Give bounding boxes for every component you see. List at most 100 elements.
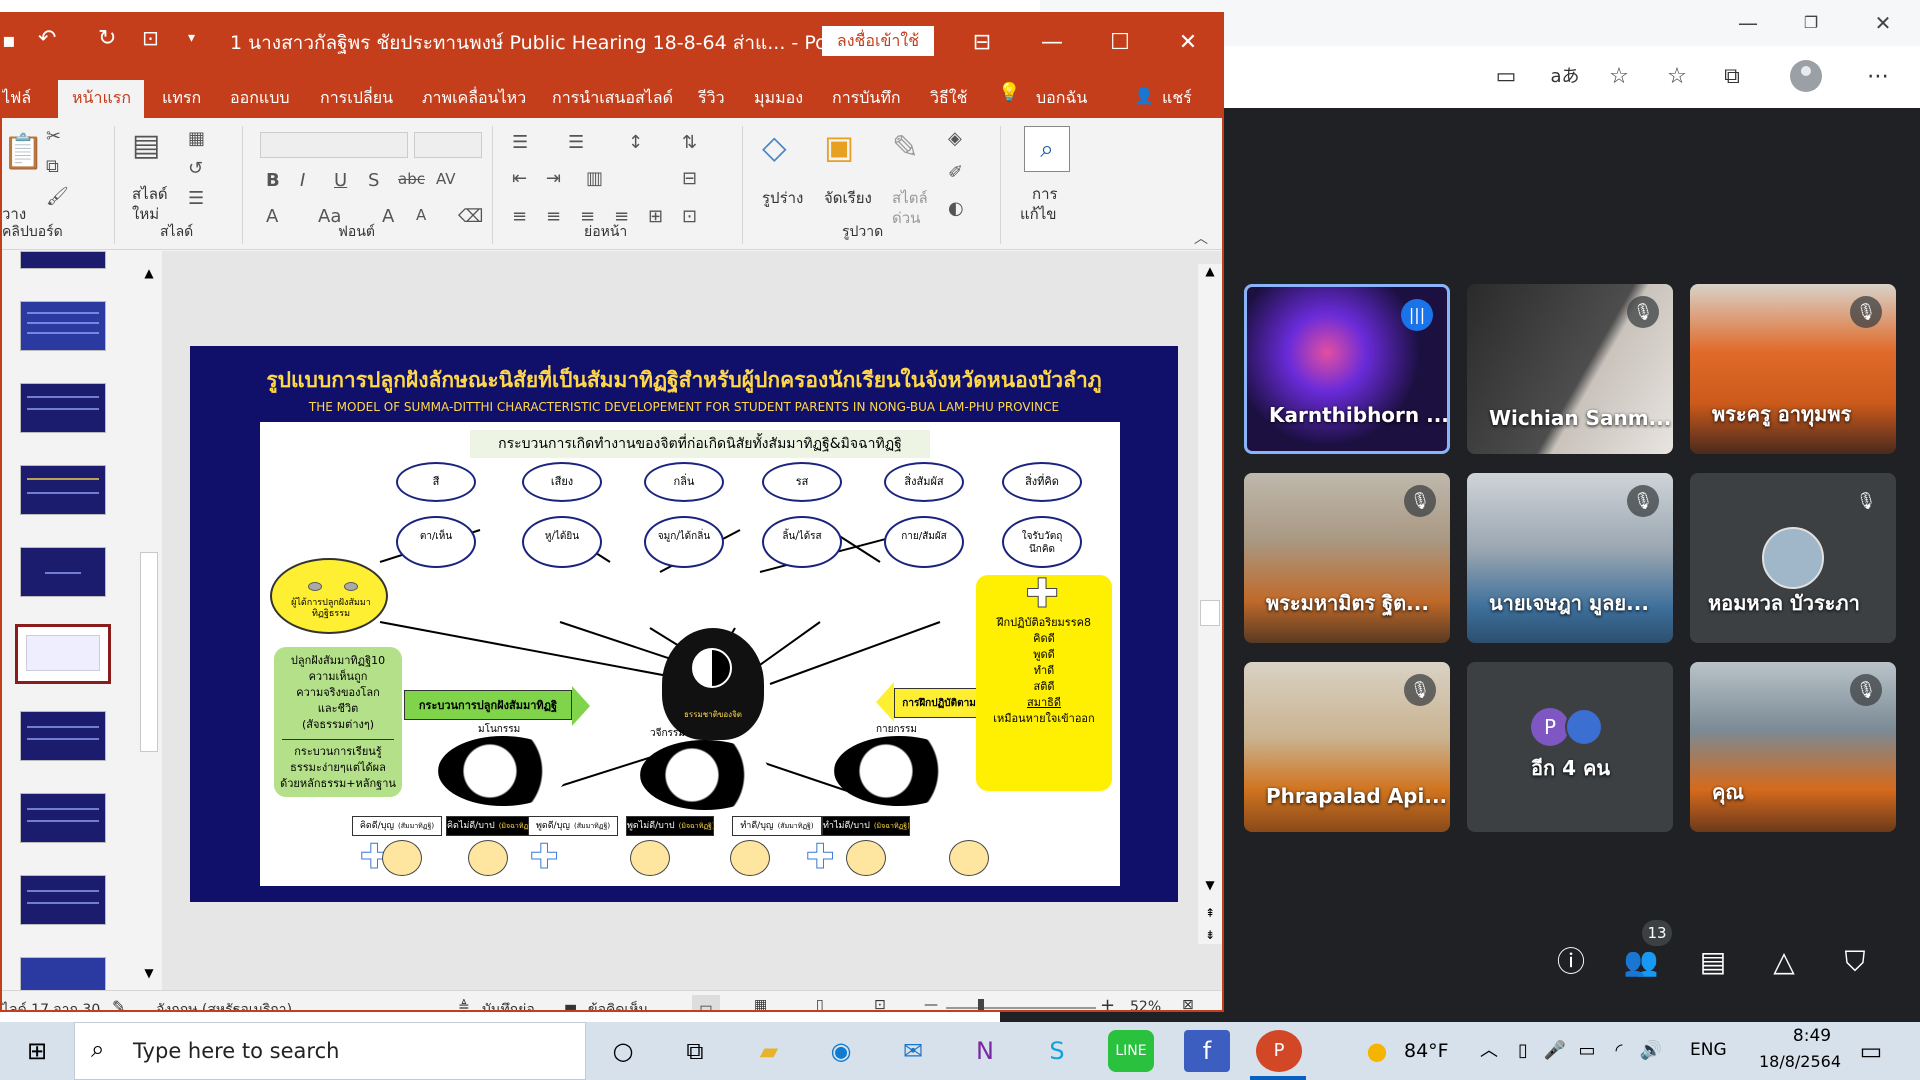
numbering-icon[interactable]: ☰ [568, 132, 584, 153]
tab-file[interactable]: ไฟล์ [2, 86, 31, 111]
clock-date[interactable]: 18/8/2564 [1742, 1052, 1858, 1071]
notes-button[interactable]: บันทึกย่อ [482, 999, 535, 1010]
host-controls-icon[interactable]: ⛉ [1835, 942, 1875, 982]
ribbon-display-icon[interactable]: ⊟ [962, 26, 1002, 60]
more-icon[interactable]: ⋯ [1860, 63, 1896, 91]
slide-thumbnail[interactable] [20, 465, 106, 515]
chat-icon[interactable]: ▤ [1693, 942, 1733, 982]
slide-thumbnail[interactable] [20, 875, 106, 925]
tab-design[interactable]: ออกแบบ [230, 86, 290, 111]
shrink-font-icon[interactable]: A [416, 206, 426, 224]
restore-icon[interactable]: ❐ [1786, 8, 1836, 38]
font-name-box[interactable] [260, 132, 408, 158]
close-icon[interactable]: ✕ [1858, 8, 1908, 38]
sign-in-button[interactable]: ลงชื่อเข้าใช้ [822, 26, 934, 56]
edge-icon[interactable]: ◉ [818, 1030, 864, 1072]
slide-thumbnail[interactable] [20, 711, 106, 761]
current-slide[interactable]: รูปแบบการปลูกฝังลักษณะนิสัยที่เป็นสัมมาท… [190, 346, 1178, 902]
slide-thumbnail[interactable] [20, 957, 106, 991]
reading-view-icon[interactable]: ▯ [816, 997, 824, 1010]
reset-icon[interactable]: ↺ [188, 158, 203, 179]
slideshow-icon[interactable]: ⊡ [874, 997, 886, 1010]
present-icon[interactable]: ⊡ [142, 26, 159, 50]
info-icon[interactable]: ⓘ [1551, 942, 1591, 982]
shape-fill-icon[interactable]: ◈ [948, 128, 962, 149]
collapse-ribbon-icon[interactable]: ︿ [1194, 228, 1208, 248]
strikethrough-icon[interactable]: abc [398, 170, 425, 188]
clock-time[interactable]: 8:49 [1770, 1026, 1854, 1046]
tab-slideshow[interactable]: การนำเสนอสไลด์ [552, 86, 673, 111]
italic-icon[interactable]: I [300, 170, 305, 191]
section-icon[interactable]: ☰ [188, 188, 204, 209]
columns-icon[interactable]: ▥ [586, 168, 603, 189]
participant-tile[interactable]: 🎙 นายเจษฎา มูลย... [1467, 473, 1673, 643]
zoom-slider[interactable] [946, 1007, 1096, 1009]
quick-styles-icon[interactable]: ✎ [892, 128, 919, 166]
onenote-icon[interactable]: N [962, 1030, 1008, 1072]
layout-icon[interactable]: ▦ [188, 128, 205, 149]
bullets-icon[interactable]: ☰ [512, 132, 528, 153]
participant-tile[interactable]: 🎙 Wichian Sanm... [1467, 284, 1673, 454]
comments-button[interactable]: ข้อคิดเห็น [588, 999, 648, 1010]
font-size-box[interactable] [414, 132, 482, 158]
zoom-slider-thumb[interactable] [978, 999, 984, 1010]
windows-start-icon[interactable]: ⊞ [14, 1030, 60, 1072]
save-icon[interactable]: ▪ [2, 28, 16, 52]
format-painter-icon[interactable]: 🖌 [46, 186, 69, 207]
tab-view[interactable]: มุมมอง [754, 86, 803, 111]
add-favorite-icon[interactable]: ☆ [1601, 63, 1637, 91]
slide-thumbnail-selected[interactable] [15, 624, 111, 684]
line-icon[interactable]: LINE [1108, 1030, 1154, 1072]
participant-tile[interactable]: 🎙 พระมหามิตร ฐิต... [1244, 473, 1450, 643]
undo-icon[interactable]: ↶ [38, 26, 56, 51]
zoom-in-icon[interactable]: + [1100, 995, 1115, 1010]
copy-icon[interactable]: ⧉ [46, 156, 59, 177]
slide-thumbnail[interactable] [20, 301, 106, 351]
tab-transitions[interactable]: การเปลี่ยน [320, 86, 393, 111]
slide-thumbnail[interactable] [20, 383, 106, 433]
participant-tile[interactable]: 🎙 หอมหวล บัวระภา [1690, 473, 1896, 643]
tab-insert[interactable]: แทรก [162, 86, 201, 111]
temperature[interactable]: 84°F [1404, 1040, 1449, 1062]
shadow-icon[interactable]: S [368, 170, 379, 191]
zoom-out-icon[interactable]: — [924, 997, 938, 1010]
text-direction-icon[interactable]: ⇅ [682, 132, 697, 153]
shapes-icon[interactable]: ◇ [762, 128, 787, 166]
volume-icon[interactable]: 🔊 [1628, 1030, 1674, 1072]
thumbnails-scrollbar[interactable]: ▲ ▼ [138, 266, 160, 986]
camera-icon[interactable]: ▭ [1488, 63, 1524, 91]
tab-review[interactable]: รีวิว [698, 86, 725, 111]
share-icon[interactable]: 👤 [1134, 86, 1154, 105]
file-explorer-icon[interactable]: ▰ [746, 1030, 792, 1072]
language-indicator[interactable]: อังกฤษ (สหรัฐอเมริกา) [156, 999, 292, 1010]
grow-font-icon[interactable]: A [382, 206, 394, 227]
shape-effects-icon[interactable]: ◐ [948, 198, 964, 219]
notes-icon[interactable]: ≜ [458, 999, 470, 1010]
powerpoint-icon[interactable]: P [1256, 1030, 1302, 1072]
normal-view-icon[interactable]: ▭ [692, 995, 720, 1010]
read-aloud-icon[interactable]: aあ [1547, 63, 1583, 91]
people-icon[interactable]: 👥 [1621, 942, 1661, 982]
profile-icon[interactable] [1790, 60, 1822, 92]
share-button[interactable]: แชร์ [1162, 86, 1192, 111]
bold-icon[interactable]: B [266, 170, 280, 191]
cortana-icon[interactable]: ○ [600, 1030, 646, 1072]
paste-icon[interactable]: 📋 [2, 132, 44, 172]
slide-thumbnail[interactable] [20, 547, 106, 597]
maximize-icon[interactable]: ☐ [1100, 26, 1140, 60]
increase-indent-icon[interactable]: ⇥ [546, 168, 561, 189]
participant-tile[interactable]: P อีก 4 คน [1467, 662, 1673, 832]
notifications-icon[interactable]: ▭ [1848, 1030, 1894, 1072]
slide-thumbnail[interactable] [20, 251, 106, 269]
collections-icon[interactable]: ⧉ [1714, 63, 1750, 91]
mail-icon[interactable]: ✉ [890, 1030, 936, 1072]
customize-qat-icon[interactable]: ▾ [188, 30, 195, 46]
fit-slide-icon[interactable]: ⊠ [1182, 997, 1194, 1010]
cut-icon[interactable]: ✂ [46, 126, 61, 147]
taskbar-search[interactable]: ⌕ Type here to search [74, 1022, 586, 1080]
participant-tile[interactable]: 🎙 พระครู อาทุมพร [1690, 284, 1896, 454]
task-view-icon[interactable]: ⧉ [672, 1030, 718, 1072]
tab-animations[interactable]: ภาพเคลื่อนไหว [422, 86, 526, 111]
slide-thumbnail[interactable] [20, 793, 106, 843]
zoom-level[interactable]: 52% [1130, 999, 1161, 1010]
